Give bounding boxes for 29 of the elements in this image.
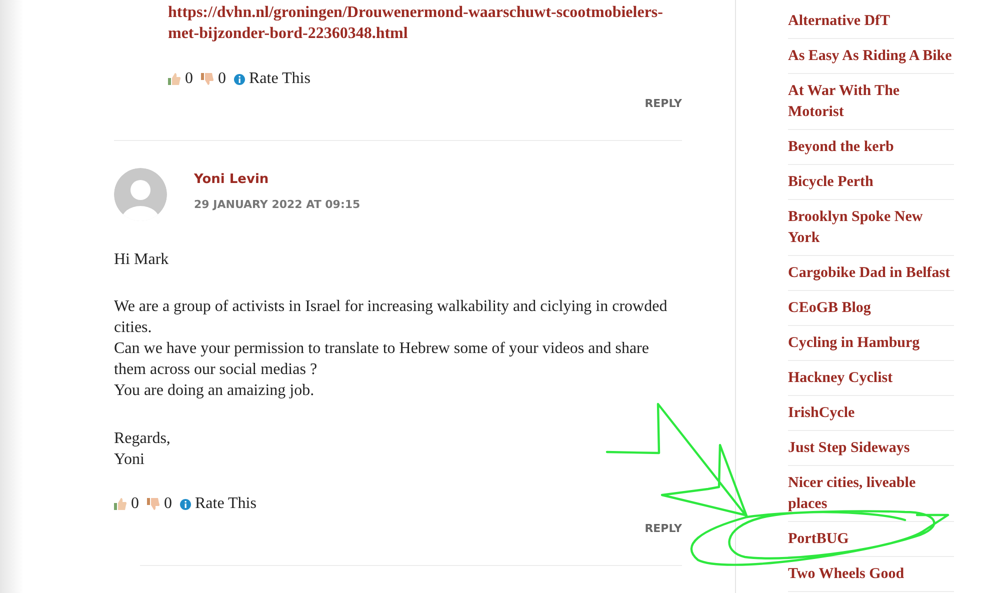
comment-paragraph: Hi Mark — [114, 250, 170, 270]
reply-link[interactable]: REPLY — [644, 97, 682, 110]
blogroll-link[interactable]: As Easy As Riding A Bike — [788, 39, 954, 74]
blogroll-link[interactable]: IrishCycle — [788, 396, 954, 431]
like-count: 0 — [185, 70, 193, 88]
blogroll-link[interactable]: CEoGB Blog — [788, 291, 954, 326]
rate-label: Rate This — [195, 495, 256, 513]
blogroll-link[interactable]: Brooklyn Spoke New York — [788, 200, 954, 256]
blogroll-link[interactable]: Just Step Sideways — [788, 431, 954, 466]
blogroll-link[interactable]: Cycling in Hamburg — [788, 326, 954, 361]
blogroll-link[interactable]: At War With The Motorist — [788, 74, 954, 130]
reply-link[interactable]: REPLY — [644, 522, 682, 535]
blogroll-link[interactable]: Beyond the kerb — [788, 130, 954, 165]
blogroll-link[interactable]: Cargobike Dad in Belfast — [788, 256, 954, 291]
rate-label: Rate This — [249, 70, 310, 88]
blogroll-link[interactable]: PortBUG — [788, 522, 954, 557]
comment-paragraph: We are a group of activists in Israel for increasing walkability and ciclying in crowded cities. Can we have your permission to translate to Hebrew some of your videos and share them across our social medias ? You are doing an amaizing job. — [114, 297, 668, 401]
blogroll-link[interactable]: Bicycle Perth — [788, 165, 954, 200]
blogroll-link[interactable]: Hackney Cyclist — [788, 361, 954, 396]
like-count: 0 — [131, 495, 139, 513]
author-name[interactable]: Yoni Levin — [194, 172, 360, 187]
blogroll-link[interactable]: Alternative DfT — [788, 4, 954, 39]
comment-link[interactable]: https://dvhn.nl/groningen/Drouwenermond-waarschuwt-scootmobielers-met-bijzonder-bord-22360348.html — [168, 2, 682, 44]
blogroll-link[interactable]: Nicer cities, liveable places — [788, 466, 954, 522]
comment-paragraph: Regards, Yoni — [114, 429, 172, 470]
blogroll-link[interactable]: Two Wheels Good — [788, 557, 954, 592]
dislike-count: 0 — [164, 495, 172, 513]
dislike-count: 0 — [218, 70, 226, 88]
comment-date: 29 JANUARY 2022 AT 09:15 — [194, 198, 360, 211]
